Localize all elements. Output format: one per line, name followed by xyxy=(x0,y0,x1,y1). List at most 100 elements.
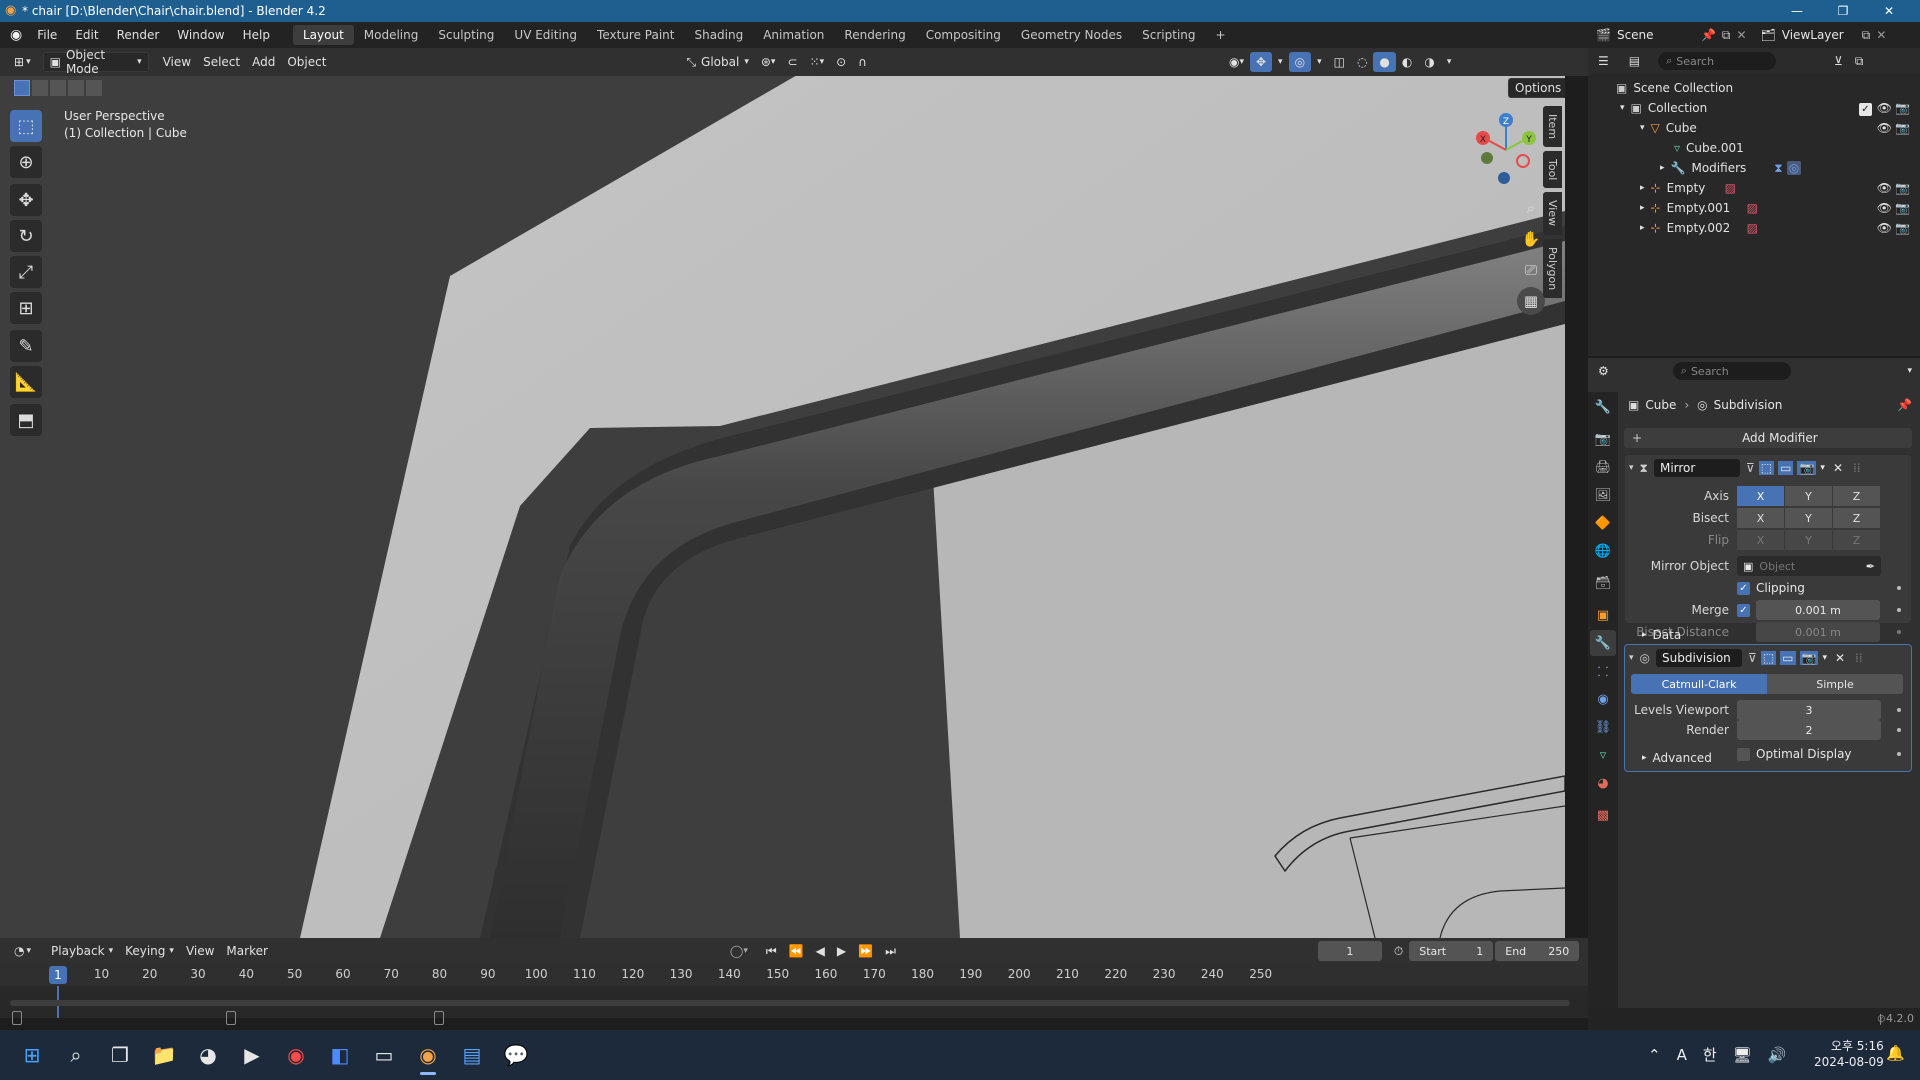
right-scroll-handle[interactable] xyxy=(434,1011,444,1025)
subdivision-name-field[interactable]: Subdivision xyxy=(1656,649,1743,667)
tab-shading[interactable]: Shading xyxy=(684,25,753,45)
cube-row[interactable]: ▾ ▽ Cube 👁 📷 xyxy=(1588,118,1920,138)
modifier-tab-icon[interactable]: 🔧 xyxy=(1590,630,1616,656)
view-layer-tab-icon[interactable]: 🖼 xyxy=(1590,482,1616,508)
mesh-data-row[interactable]: ▿ Cube.001 xyxy=(1588,138,1920,158)
empty-row[interactable]: ▸ ⊹ Empty ▨ 👁 📷 xyxy=(1588,178,1920,198)
render-tab-icon[interactable]: 📷 xyxy=(1590,426,1616,452)
keyframe-dot-icon[interactable] xyxy=(1897,708,1901,712)
menu-file[interactable]: File xyxy=(28,28,66,42)
sidetab-polygon[interactable]: Polygon xyxy=(1543,238,1562,298)
tab-uv-editing[interactable]: UV Editing xyxy=(504,25,587,45)
sidetab-tool[interactable]: Tool xyxy=(1543,151,1562,189)
clock[interactable]: 오후 5:16 2024-08-09 xyxy=(1814,1038,1884,1070)
mirror-object-field[interactable]: ▣ Object ✒ xyxy=(1737,556,1881,576)
file-explorer-icon[interactable]: 📁 xyxy=(144,1035,184,1075)
add-workspace-button[interactable]: + xyxy=(1206,25,1236,45)
mirror-name-field[interactable]: Mirror xyxy=(1653,459,1740,477)
menu-object[interactable]: Object xyxy=(281,52,332,72)
viewlayer-name[interactable]: ViewLayer xyxy=(1782,28,1862,42)
measure-tool-icon[interactable]: 📐 xyxy=(10,366,42,398)
data-tab-icon[interactable]: ▿ xyxy=(1590,742,1616,768)
camera-render-icon[interactable]: 📷 xyxy=(1895,221,1910,235)
keyframe-dot-icon[interactable] xyxy=(1897,586,1901,590)
empty-001-row[interactable]: ▸ ⊹ Empty.001 ▨ 👁 📷 xyxy=(1588,198,1920,218)
visibility-button[interactable]: ◉ ▾ xyxy=(1223,52,1250,72)
flip-y-toggle[interactable]: Y xyxy=(1785,530,1832,550)
snap-toggle[interactable]: ⊂ xyxy=(781,52,803,72)
camera-render-icon[interactable]: 📷 xyxy=(1895,181,1910,195)
catmull-clark-button[interactable]: Catmull-Clark xyxy=(1631,674,1767,694)
proportional-edit-toggle[interactable]: ⊙ xyxy=(830,52,852,72)
windows-start-icon[interactable]: ⊞ xyxy=(12,1035,52,1075)
tab-texture-paint[interactable]: Texture Paint xyxy=(587,25,684,45)
shading-solid-button[interactable]: ● xyxy=(1373,52,1396,72)
bisect-y-toggle[interactable]: Y xyxy=(1785,508,1832,528)
mode-dropdown[interactable]: ▣ Object Mode ▾ xyxy=(42,48,149,76)
tab-geometry-nodes[interactable]: Geometry Nodes xyxy=(1011,25,1132,45)
menu-keying[interactable]: Keying ▾ xyxy=(119,941,180,961)
eyedropper-icon[interactable]: ✒ xyxy=(1866,560,1875,573)
empty-002-row[interactable]: ▸ ⊹ Empty.002 ▨ 👁 📷 xyxy=(1588,218,1920,238)
gizmo-neg-z-handle[interactable] xyxy=(1498,172,1510,184)
select-subtract-icon[interactable] xyxy=(50,80,66,96)
collection-tab-icon[interactable]: 🗃 xyxy=(1590,570,1616,596)
notification-bell-icon[interactable]: 🔔 xyxy=(1886,1044,1905,1062)
particles-tab-icon[interactable]: ⸬ xyxy=(1590,658,1616,684)
eye-icon[interactable]: 👁 xyxy=(1877,201,1892,215)
capcut-icon[interactable]: ◧ xyxy=(320,1035,360,1075)
maximize-button[interactable]: ❐ xyxy=(1820,0,1866,22)
shading-dropdown[interactable]: ▾ xyxy=(1441,52,1458,72)
current-frame-field[interactable]: 1 xyxy=(1317,941,1382,961)
keyframe-dot-icon[interactable] xyxy=(1897,608,1901,612)
end-frame-field[interactable]: End 250 xyxy=(1495,941,1580,961)
minimize-button[interactable]: — xyxy=(1774,0,1820,22)
annotate-tool-icon[interactable]: ✎ xyxy=(10,330,42,362)
pivot-point-button[interactable]: ⊛ ▾ xyxy=(755,52,782,72)
keyframe-dot-icon[interactable] xyxy=(1897,630,1901,634)
menu-add[interactable]: Add xyxy=(246,52,281,72)
edit-cage-icon[interactable]: ⊽ xyxy=(1746,461,1755,475)
axis-z-toggle[interactable]: Z xyxy=(1833,486,1880,506)
new-scene-icon[interactable]: ⧉ xyxy=(1722,28,1731,43)
viewport-display-icon[interactable]: ▭ xyxy=(1778,461,1794,475)
shading-material-button[interactable]: ◐ xyxy=(1396,52,1418,72)
keyframe-dot-icon[interactable] xyxy=(1897,728,1901,732)
expand-arrow-icon[interactable]: ▾ xyxy=(1640,123,1645,133)
select-intersect-icon[interactable] xyxy=(86,80,102,96)
bisect-z-toggle[interactable]: Z xyxy=(1833,508,1880,528)
overlay-toggle[interactable]: ◎ xyxy=(1288,52,1312,72)
camera-render-icon[interactable]: 📷 xyxy=(1895,201,1910,215)
timeline-scrollbar[interactable] xyxy=(10,1000,1570,1006)
eye-icon[interactable]: 👁 xyxy=(1877,101,1892,115)
drag-handle-icon[interactable]: ⁞⁞ xyxy=(1853,461,1861,475)
jump-start-icon[interactable]: ⏮ xyxy=(760,941,783,961)
tab-scripting[interactable]: Scripting xyxy=(1132,25,1205,45)
camera-render-icon[interactable]: 📷 xyxy=(1895,101,1910,115)
object-tab-icon[interactable]: ▣ xyxy=(1590,602,1616,628)
network-icon[interactable]: 🖥 xyxy=(1733,1046,1752,1064)
pin-icon[interactable]: 📌 xyxy=(1897,398,1912,412)
youtube-music-icon[interactable]: ◉ xyxy=(276,1035,316,1075)
viewport-display-icon[interactable]: ▭ xyxy=(1780,651,1796,665)
drag-handle-icon[interactable]: ⁞⁞ xyxy=(1855,651,1863,665)
menu-window[interactable]: Window xyxy=(168,28,233,42)
exclude-checkbox[interactable]: ✓ xyxy=(1859,101,1872,116)
data-subpanel-header[interactable]: ▸ Data xyxy=(1642,628,1681,642)
menu-marker[interactable]: Marker xyxy=(220,941,273,961)
gizmo-neg-y-handle[interactable] xyxy=(1481,152,1493,164)
properties-editor-icon[interactable]: ⚙ xyxy=(1598,364,1609,378)
clipping-checkbox[interactable]: ✓ xyxy=(1737,581,1750,595)
camera-icon[interactable]: ⎚ xyxy=(1517,256,1545,284)
play-icon[interactable]: ▶ xyxy=(831,941,852,961)
volume-icon[interactable]: 🔊 xyxy=(1768,1046,1787,1064)
prev-keyframe-icon[interactable]: ⏪ xyxy=(783,941,810,961)
close-button[interactable]: ✕ xyxy=(1866,0,1912,22)
tab-compositing[interactable]: Compositing xyxy=(916,25,1011,45)
editor-type-button[interactable]: ⊞ ▾ xyxy=(8,52,37,72)
zoom-icon[interactable]: ⌕ xyxy=(1517,194,1545,222)
chevron-down-icon[interactable]: ▾ xyxy=(1820,463,1825,473)
playhead-frame-label[interactable]: 1 xyxy=(49,966,67,984)
delete-viewlayer-icon[interactable]: ✕ xyxy=(1876,28,1886,42)
notepad-icon[interactable]: ▤ xyxy=(452,1035,492,1075)
